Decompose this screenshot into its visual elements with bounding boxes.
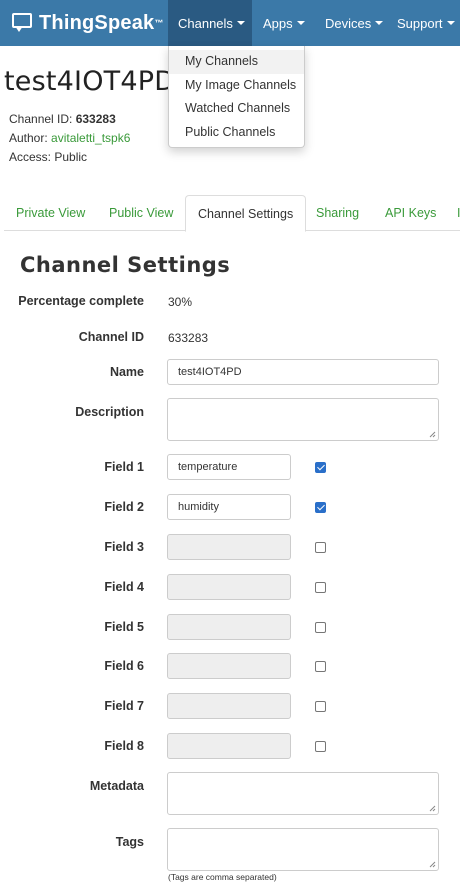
channel-id-line: Channel ID: 633283 — [9, 112, 116, 126]
access-line: Access: Public — [9, 150, 87, 164]
trademark-mark: ™ — [154, 18, 164, 28]
field-2-input[interactable]: humidity — [167, 494, 291, 520]
field-8-checkbox[interactable] — [315, 741, 326, 752]
tab-channel-settings[interactable]: Channel Settings — [185, 195, 307, 232]
resize-grip-icon[interactable] — [429, 805, 436, 812]
access-value: Public — [54, 150, 88, 164]
metadata-label: Metadata — [89, 779, 144, 793]
channel-id-field-label: Channel ID — [78, 330, 144, 344]
tags-textarea[interactable] — [167, 828, 439, 871]
channel-title: test4IOT4PD — [4, 66, 176, 97]
nav-devices-label: Devices — [325, 15, 372, 31]
field-1-checkbox[interactable] — [315, 462, 326, 473]
section-title: Channel Settings — [20, 253, 231, 277]
percentage-complete-value: 30% — [168, 295, 193, 309]
menu-item-watched-channels[interactable]: Watched Channels — [169, 97, 304, 121]
field-3-label: Field 3 — [104, 540, 144, 554]
caret-down-icon — [375, 21, 384, 25]
channel-id-field-value: 633283 — [168, 331, 209, 345]
field-4-label: Field 4 — [104, 580, 144, 594]
access-label: Access: — [9, 150, 55, 164]
caret-down-icon — [236, 21, 245, 25]
menu-item-my-channels[interactable]: My Channels — [169, 50, 304, 74]
brand-name: ThingSpeak — [39, 11, 155, 34]
nav-channels-menu[interactable]: Channels — [168, 0, 252, 46]
name-input[interactable]: test4IOT4PD — [167, 359, 439, 385]
speech-bubble-icon — [12, 13, 34, 33]
field-6-input[interactable] — [167, 653, 291, 679]
tags-label: Tags — [115, 835, 144, 849]
tab-api-keys[interactable]: API Keys — [385, 195, 436, 231]
tab-private-view[interactable]: Private View — [16, 195, 85, 231]
field-6-checkbox[interactable] — [315, 661, 326, 672]
author-link[interactable]: avitaletti_tspk6 — [51, 131, 130, 145]
nav-devices-menu[interactable]: Devices — [315, 0, 393, 46]
description-textarea[interactable] — [167, 398, 439, 441]
field-5-label: Field 5 — [104, 620, 144, 634]
channel-tabs: Private View Public View Channel Setting… — [4, 195, 460, 232]
field-4-checkbox[interactable] — [315, 582, 326, 593]
field-7-checkbox[interactable] — [315, 701, 326, 712]
field-5-checkbox[interactable] — [315, 622, 326, 633]
field-7-input[interactable] — [167, 693, 291, 719]
field-5-input[interactable] — [167, 614, 291, 640]
author-label: Author: — [9, 131, 52, 145]
channel-id-value: 633283 — [75, 112, 116, 126]
nav-apps-menu[interactable]: Apps — [253, 0, 315, 46]
caret-down-icon — [446, 21, 455, 25]
name-label: Name — [109, 365, 144, 379]
field-3-checkbox[interactable] — [315, 542, 326, 553]
author-line: Author: avitaletti_tspk6 — [9, 131, 130, 145]
percentage-complete-label: Percentage complete — [18, 294, 144, 308]
field-1-input[interactable]: temperature — [167, 454, 291, 480]
nav-apps-label: Apps — [263, 15, 293, 31]
menu-item-public-channels[interactable]: Public Channels — [169, 121, 304, 145]
tab-public-view[interactable]: Public View — [109, 195, 173, 231]
description-label: Description — [75, 405, 144, 419]
field-1-label: Field 1 — [104, 460, 144, 474]
resize-grip-icon[interactable] — [429, 431, 436, 438]
thingspeak-logo[interactable]: ThingSpeak ™ — [12, 0, 163, 46]
top-navbar: ThingSpeak ™ Channels Apps Devices Suppor… — [0, 0, 460, 46]
field-3-input[interactable] — [167, 534, 291, 560]
channels-dropdown-menu: My Channels My Image Channels Watched Ch… — [168, 46, 305, 148]
tags-hint: (Tags are comma separated) — [168, 872, 277, 882]
field-6-label: Field 6 — [104, 659, 144, 673]
nav-support-label: Support — [397, 15, 443, 31]
field-2-label: Field 2 — [104, 500, 144, 514]
field-7-label: Field 7 — [104, 699, 144, 713]
field-2-checkbox[interactable] — [315, 502, 326, 513]
metadata-textarea[interactable] — [167, 772, 439, 815]
field-8-label: Field 8 — [104, 739, 144, 753]
resize-grip-icon[interactable] — [429, 861, 436, 868]
nav-support-menu[interactable]: Support — [387, 0, 460, 46]
nav-channels-label: Channels — [178, 15, 233, 31]
field-4-input[interactable] — [167, 574, 291, 600]
menu-item-my-image-channels[interactable]: My Image Channels — [169, 74, 304, 98]
field-8-input[interactable] — [167, 733, 291, 759]
tab-sharing[interactable]: Sharing — [316, 195, 359, 231]
caret-down-icon — [296, 21, 305, 25]
channel-id-label: Channel ID: — [9, 112, 76, 126]
